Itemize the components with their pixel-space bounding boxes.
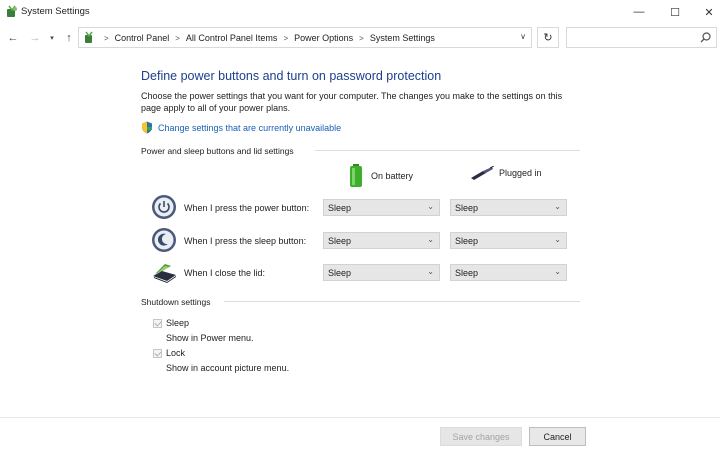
uac-link-label[interactable]: Change settings that are currently unava… xyxy=(158,123,341,133)
search-input[interactable] xyxy=(566,27,717,48)
plugged-in-label: Plugged in xyxy=(499,168,542,178)
power-button-plugged-select[interactable]: Sleep ⌄ xyxy=(450,199,567,216)
address-bar[interactable]: > Control Panel > All Control Panel Item… xyxy=(78,27,532,48)
back-arrow-icon[interactable]: ← xyxy=(5,29,21,47)
sleep-checkbox-row[interactable]: Sleep xyxy=(153,318,189,328)
sleep-button-plugged-select[interactable]: Sleep ⌄ xyxy=(450,232,567,249)
breadcrumb: > Control Panel > All Control Panel Item… xyxy=(98,33,435,43)
title-bar: System Settings — ☐ ✕ xyxy=(0,0,720,24)
breadcrumb-all-items[interactable]: All Control Panel Items xyxy=(186,33,278,43)
chevron-down-icon: ⌄ xyxy=(427,235,434,244)
up-arrow-icon[interactable]: ↑ xyxy=(61,29,77,47)
section-divider xyxy=(224,301,580,302)
lock-checkbox-label: Lock xyxy=(166,348,186,358)
sleep-checkbox-label: Sleep xyxy=(166,318,190,328)
close-lid-battery-select[interactable]: Sleep ⌄ xyxy=(323,264,440,281)
recent-locations-chevron-icon[interactable]: ▾ xyxy=(44,29,60,47)
power-plug-icon xyxy=(471,166,494,180)
change-unavailable-settings-link[interactable]: Change settings that are currently unava… xyxy=(141,121,341,134)
save-changes-button[interactable]: Save changes xyxy=(440,427,522,446)
breadcrumb-separator[interactable]: > xyxy=(283,34,288,43)
close-button[interactable]: ✕ xyxy=(690,0,720,24)
lock-checkbox[interactable] xyxy=(153,349,162,358)
control-panel-icon xyxy=(7,5,17,17)
chevron-down-icon: ⌄ xyxy=(554,202,561,211)
breadcrumb-system-settings[interactable]: System Settings xyxy=(370,33,435,43)
search-icon xyxy=(700,32,711,43)
on-battery-label: On battery xyxy=(371,171,414,181)
battery-icon xyxy=(350,164,362,187)
sleep-button-label: When I press the sleep button: xyxy=(184,236,307,246)
navigation-bar: ← → ▾ ↑ > Control Panel > All Control Pa… xyxy=(0,26,720,50)
laptop-lid-icon xyxy=(153,264,176,283)
sleep-button-plugged-value: Sleep xyxy=(455,236,479,246)
plugged-in-column-header: Plugged in xyxy=(470,166,542,180)
shutdown-section-header: Shutdown settings xyxy=(141,297,211,307)
maximize-button[interactable]: ☐ xyxy=(656,0,694,24)
sleep-button-icon xyxy=(152,228,176,252)
chevron-down-icon: ⌄ xyxy=(427,267,434,276)
minimize-button[interactable]: — xyxy=(620,0,658,24)
close-lid-battery-value: Sleep xyxy=(328,268,352,278)
breadcrumb-separator: > xyxy=(104,33,109,43)
lock-checkbox-row[interactable]: Lock xyxy=(153,348,185,358)
cancel-button[interactable]: Cancel xyxy=(529,427,586,446)
uac-shield-icon xyxy=(142,121,152,134)
on-battery-column-header: On battery xyxy=(349,164,413,188)
lock-checkbox-description: Show in account picture menu. xyxy=(166,363,290,373)
close-lid-label: When I close the lid: xyxy=(184,268,266,278)
refresh-button[interactable]: ↻ xyxy=(537,27,559,48)
sleep-button-battery-select[interactable]: Sleep ⌄ xyxy=(323,232,440,249)
address-dropdown-icon[interactable]: ∨ xyxy=(520,32,526,41)
close-lid-plugged-select[interactable]: Sleep ⌄ xyxy=(450,264,567,281)
footer-divider xyxy=(0,417,720,418)
chevron-down-icon: ⌄ xyxy=(554,235,561,244)
window-title: System Settings xyxy=(21,6,90,17)
power-button-plugged-value: Sleep xyxy=(455,203,479,213)
control-panel-icon xyxy=(85,31,93,43)
breadcrumb-separator[interactable]: > xyxy=(359,34,364,43)
sleep-checkbox[interactable] xyxy=(153,319,162,328)
chevron-down-icon: ⌄ xyxy=(427,202,434,211)
chevron-down-icon: ⌄ xyxy=(554,267,561,276)
power-button-label: When I press the power button: xyxy=(184,203,310,213)
section-divider xyxy=(315,150,580,151)
page-description: Choose the power settings that you want … xyxy=(141,91,563,113)
breadcrumb-separator[interactable]: > xyxy=(175,34,180,43)
page-title: Define power buttons and turn on passwor… xyxy=(141,69,442,83)
power-button-battery-select[interactable]: Sleep ⌄ xyxy=(323,199,440,216)
power-button-battery-value: Sleep xyxy=(328,203,352,213)
sleep-button-battery-value: Sleep xyxy=(328,236,352,246)
forward-arrow-icon[interactable]: → xyxy=(27,29,43,47)
close-lid-plugged-value: Sleep xyxy=(455,268,479,278)
breadcrumb-control-panel[interactable]: Control Panel xyxy=(115,33,170,43)
sleep-checkbox-description: Show in Power menu. xyxy=(166,333,254,343)
breadcrumb-power-options[interactable]: Power Options xyxy=(294,33,353,43)
power-section-header: Power and sleep buttons and lid settings xyxy=(141,146,294,156)
power-button-icon xyxy=(152,195,176,219)
